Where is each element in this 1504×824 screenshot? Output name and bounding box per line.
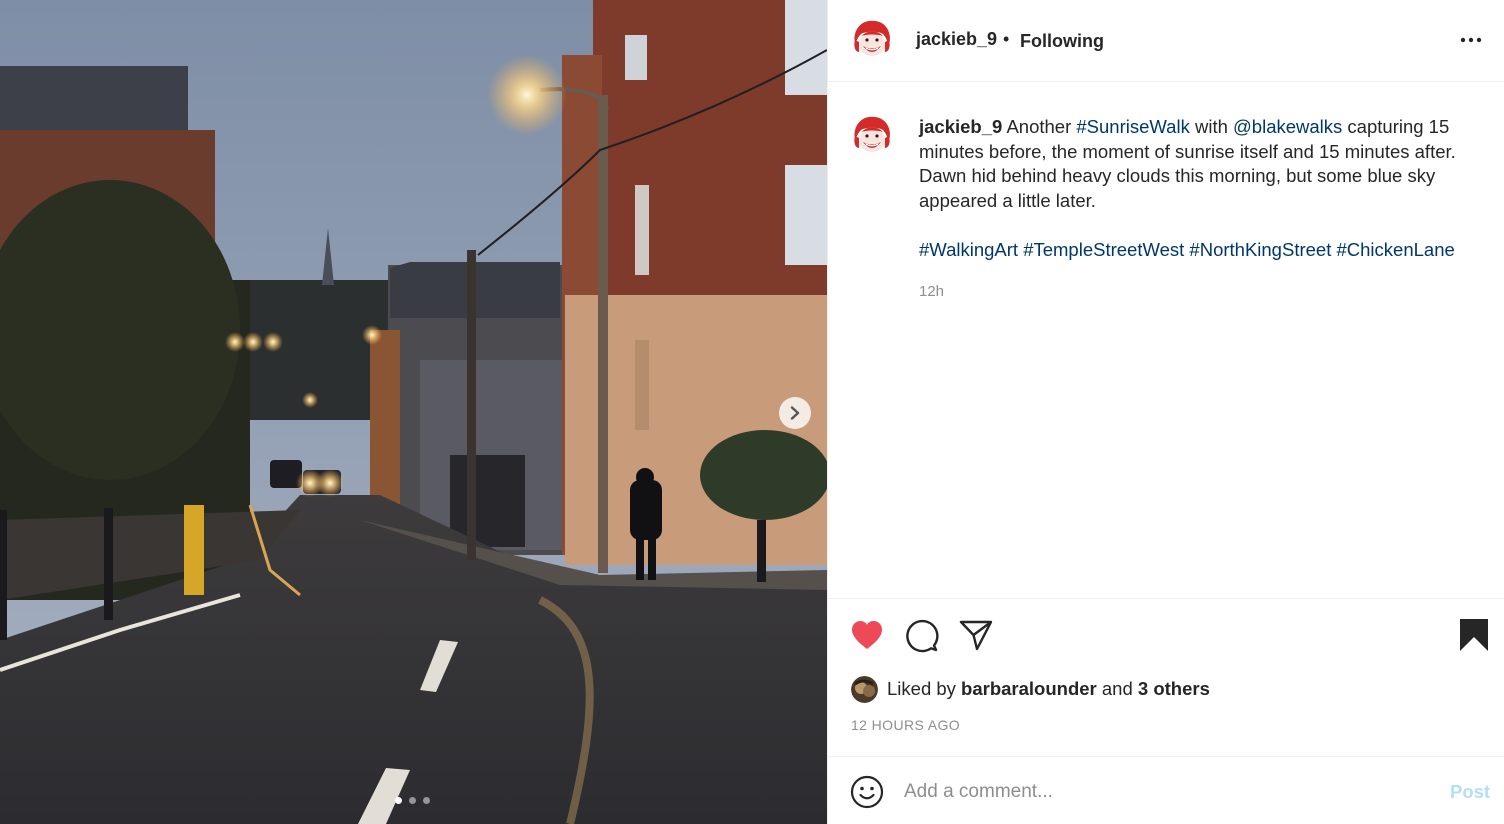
heart-filled-icon [852,621,882,649]
hashtag-link[interactable]: #WalkingArt [919,239,1018,260]
carousel-next-button[interactable] [779,397,811,429]
emoji-smile-icon [850,775,884,809]
comment-button[interactable] [903,617,939,653]
likes-summary: Liked by barbaralounder and 3 others [851,675,1210,703]
mention-link[interactable]: @blakewalks [1233,116,1342,137]
caption-hashtags: #WalkingArt #TempleStreetWest #NorthKing… [919,238,1484,263]
header-separator: • [1003,29,1010,49]
post-comment-button[interactable]: Post [1450,781,1490,803]
likes-prefix: Liked by [887,678,962,699]
emoji-button[interactable] [850,775,884,809]
photo-scene [0,0,827,824]
save-button[interactable] [1456,617,1492,653]
likes-middle: and [1096,678,1138,699]
caption-avatar[interactable] [850,114,894,158]
liker-username-link[interactable]: barbaralounder [961,678,1097,700]
hashtag-link[interactable]: #TempleStreetWest [1023,239,1184,260]
avatar[interactable] [850,18,894,62]
user-avatar-icon [850,18,894,62]
post-header: jackieb_9 • Following [828,0,1504,82]
comment-form: Post [828,756,1504,824]
header-username[interactable]: jackieb_9 [916,29,997,50]
carousel-indicator [395,797,430,804]
hashtag-link[interactable]: #SunriseWalk [1076,116,1189,137]
caption-body: jackieb_9 Another #SunriseWalk with @bla… [919,115,1484,213]
following-button[interactable]: Following [1020,31,1104,52]
caption-username[interactable]: jackieb_9 [919,116,1002,137]
post-caption: jackieb_9 Another #SunriseWalk with @bla… [919,115,1484,263]
caption-text: Another [1006,116,1077,137]
chevron-right-icon [790,406,800,420]
more-options-button[interactable] [1458,30,1484,50]
likes-others-link[interactable]: 3 others [1138,678,1210,700]
post-sidebar: jackieb_9 • Following jackieb_9 Another … [827,0,1504,824]
like-button[interactable] [849,617,885,653]
more-horizontal-icon [1460,37,1482,43]
liker-avatar[interactable] [851,675,878,703]
post-actions: Liked by barbaralounder and 3 others 12 … [828,598,1504,756]
carousel-dot [423,797,430,804]
send-icon [959,620,993,651]
hashtag-link[interactable]: #ChickenLane [1336,239,1454,260]
caption-section: jackieb_9 Another #SunriseWalk with @bla… [828,82,1504,598]
caption-timestamp[interactable]: 12h [919,283,944,300]
post-photo[interactable] [0,0,827,824]
caption-text: with [1189,116,1234,137]
bookmark-filled-icon [1460,619,1488,651]
hashtag-link[interactable]: #NorthKingStreet [1189,239,1331,260]
carousel-dot [395,797,402,804]
comment-input[interactable] [904,777,1434,807]
carousel-dot [409,797,416,804]
post-timestamp[interactable]: 12 HOURS AGO [851,717,960,733]
share-button[interactable] [958,617,994,653]
comment-icon [906,619,939,653]
user-avatar-icon [850,114,894,158]
liker-avatar-icon [851,675,878,703]
